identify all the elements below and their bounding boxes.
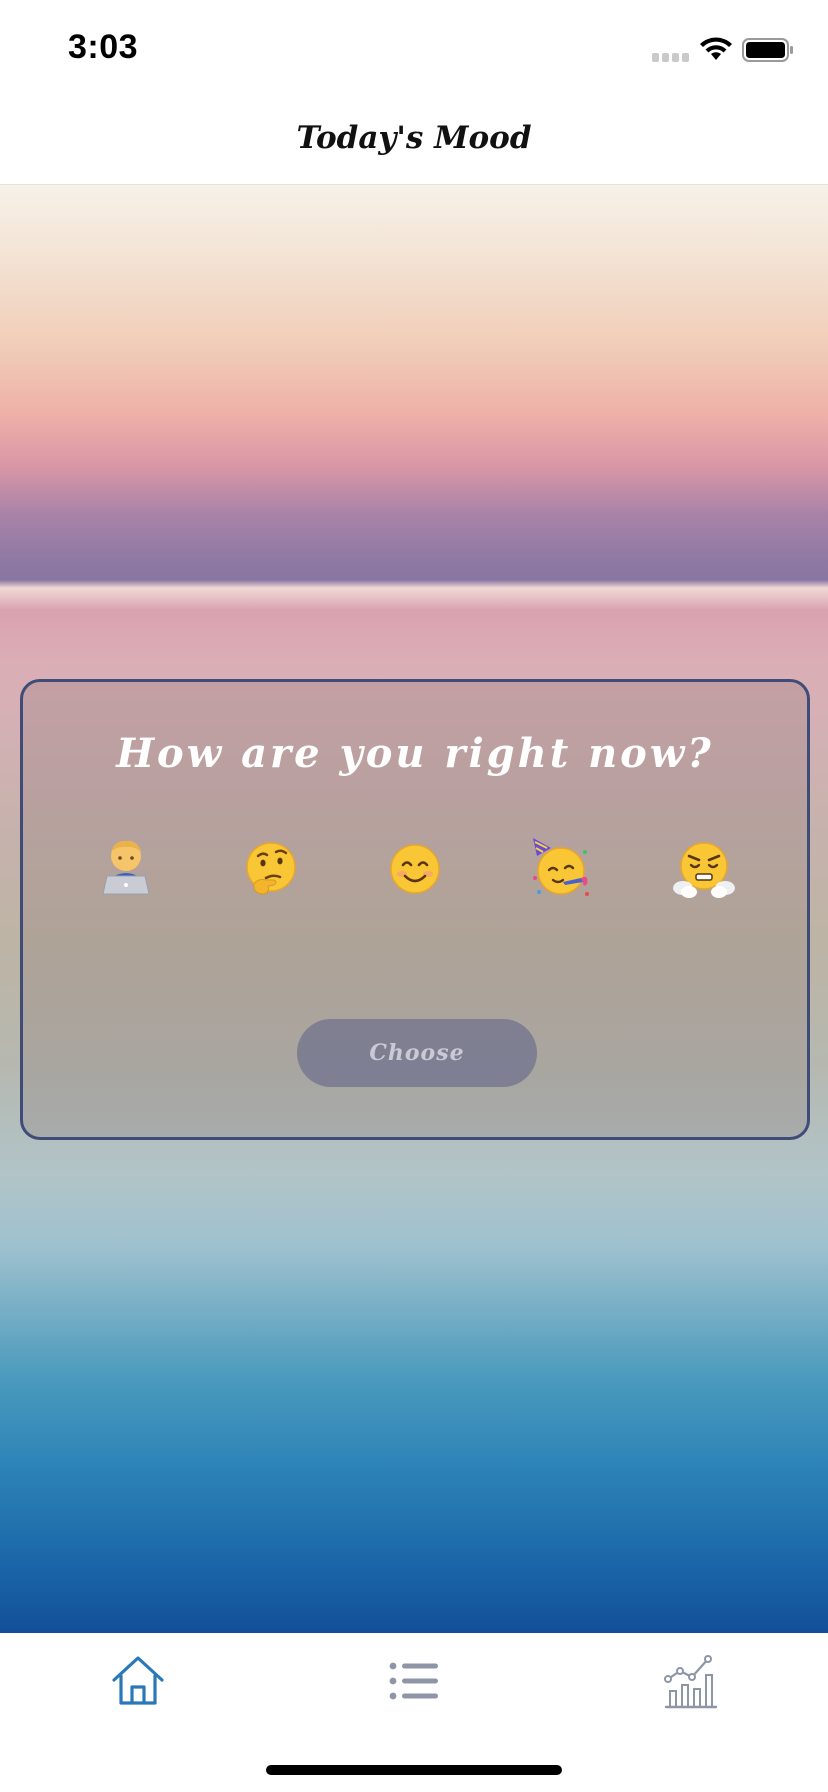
home-indicator — [266, 1765, 562, 1775]
tab-stats[interactable] — [660, 1651, 720, 1711]
stats-chart-icon — [664, 1655, 718, 1709]
smiling-face-emoji[interactable] — [380, 834, 450, 904]
tab-home[interactable] — [108, 1651, 168, 1711]
screen: 3:03 Today's Mood How are you right now? — [0, 0, 828, 1792]
status-bar: 3:03 — [0, 0, 828, 90]
page-title: Today's Mood — [296, 120, 532, 156]
list-icon — [389, 1662, 438, 1700]
mood-question: How are you right now? — [116, 730, 714, 777]
emoji-row — [23, 834, 807, 904]
face-with-steam-emoji[interactable] — [669, 834, 739, 904]
mood-card: How are you right now? Choose — [20, 679, 810, 1140]
wifi-icon — [700, 37, 732, 60]
person-with-laptop-emoji[interactable] — [91, 834, 161, 904]
cellular-signal-icon — [652, 53, 690, 63]
partying-face-emoji[interactable] — [525, 834, 595, 904]
thinking-face-emoji[interactable] — [236, 834, 306, 904]
navigation-bar: Today's Mood — [0, 90, 828, 185]
tab-list[interactable] — [384, 1651, 444, 1711]
status-time: 3:03 — [68, 28, 139, 66]
battery-icon — [742, 38, 793, 62]
choose-button[interactable]: Choose — [297, 1019, 537, 1087]
home-icon — [112, 1656, 164, 1705]
